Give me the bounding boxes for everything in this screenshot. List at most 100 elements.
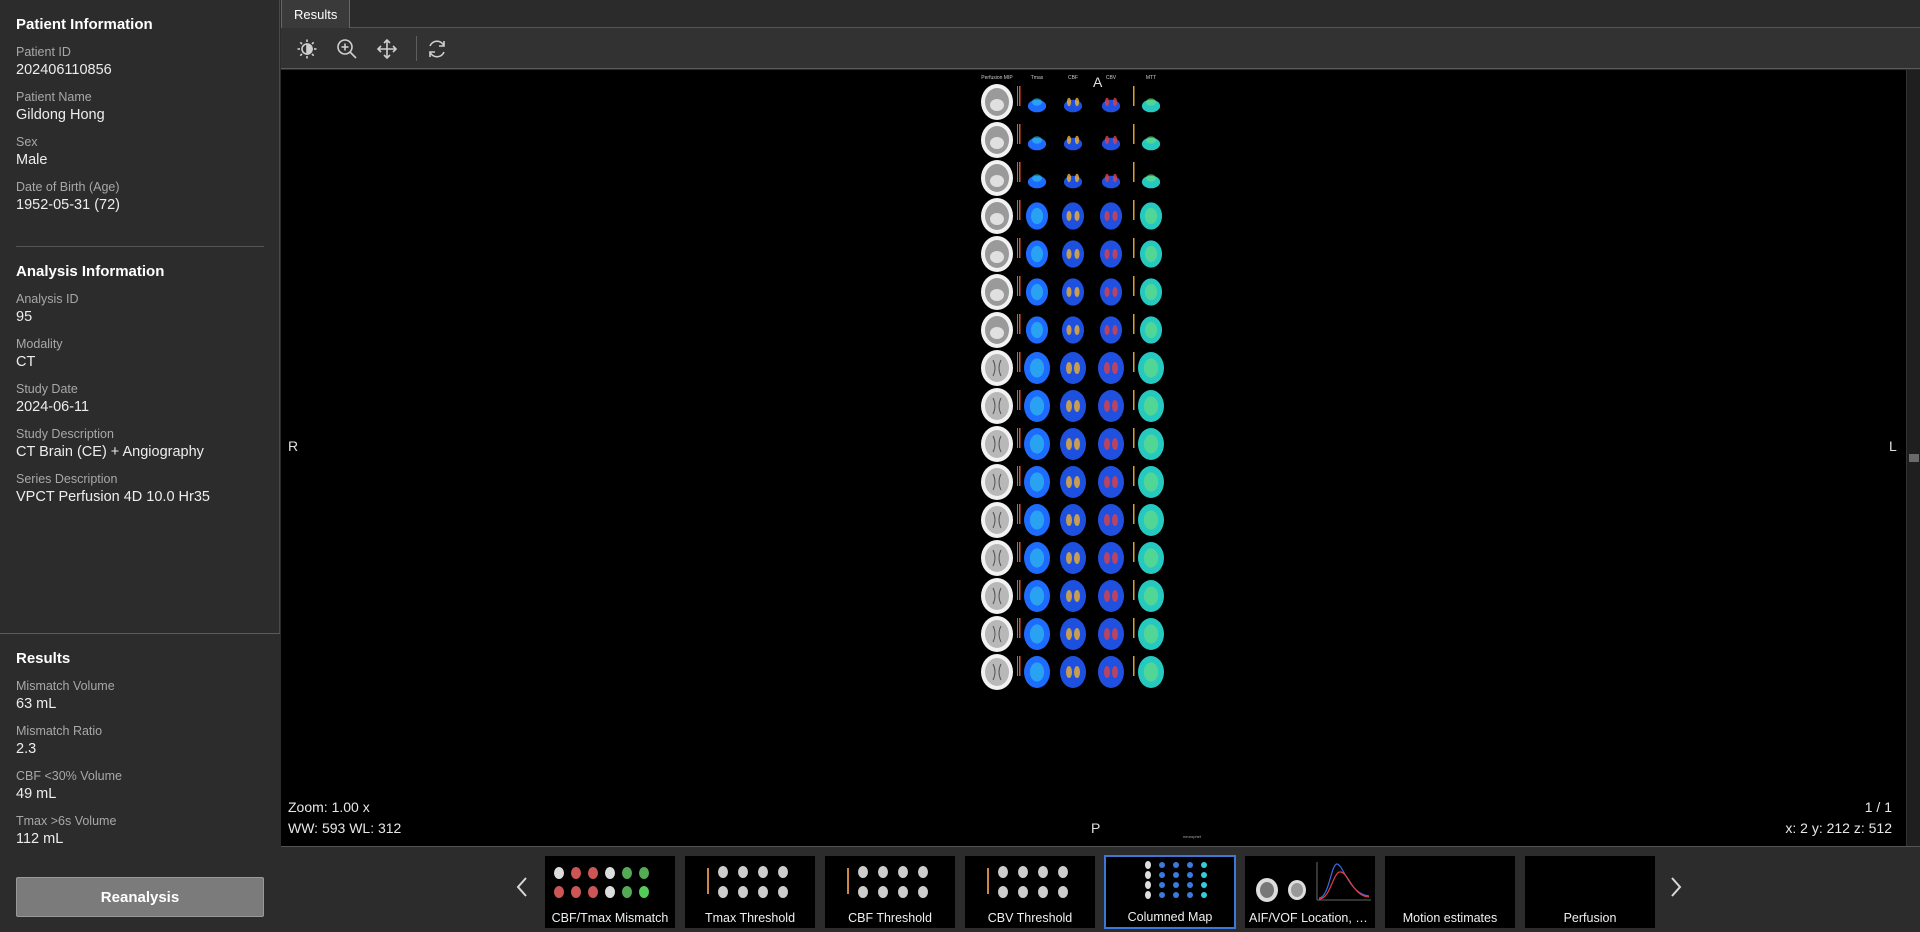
orientation-right: L	[1889, 438, 1897, 454]
colorbar	[1017, 352, 1018, 372]
results-panel: Results Mismatch Volume 63 mL Mismatch R…	[0, 633, 280, 932]
slice-perfusion-map	[1098, 656, 1124, 688]
slice-perfusion-map	[1098, 352, 1124, 384]
slice-perfusion-map	[1099, 278, 1123, 306]
left-info-panel: Patient Information Patient ID 202406110…	[0, 0, 280, 932]
slice-perfusion-map	[1138, 580, 1164, 612]
colorbar	[1019, 618, 1021, 638]
montage-column-header: CBV	[1106, 75, 1117, 81]
thumbnail-motion-estimates[interactable]: Motion estimates	[1384, 855, 1516, 929]
slice-perfusion-map	[1025, 240, 1049, 268]
colorbar	[1017, 86, 1018, 106]
pan-tool-button[interactable]	[372, 34, 402, 64]
colorbar	[1019, 200, 1021, 220]
prev-thumbnail-button[interactable]	[510, 869, 534, 905]
colorbar	[1017, 542, 1018, 562]
colorbar	[1017, 200, 1018, 220]
thumbnail-cbv-threshold[interactable]: CBV Threshold	[964, 855, 1096, 929]
slice-ct	[981, 578, 1013, 614]
slice-perfusion-map	[1061, 202, 1085, 230]
thumbnail-label: Motion estimates	[1402, 911, 1498, 925]
slice-ct	[981, 350, 1013, 386]
montage-column-header: CBF	[1068, 75, 1078, 81]
analysis-field-id: Analysis ID 95	[16, 292, 264, 325]
zoom-readout: Zoom: 1.00 x	[288, 799, 370, 815]
coordinate-readout: x: 2 y: 212 z: 512	[1785, 820, 1892, 836]
colorbar	[1133, 580, 1135, 600]
slice-perfusion-map	[1139, 240, 1163, 268]
thumbnail-columned-map[interactable]: Columned Map	[1104, 855, 1236, 929]
slice-perfusion-map	[1099, 202, 1123, 230]
thumbnail-tmax-threshold[interactable]: Tmax Threshold	[684, 855, 816, 929]
colorbar	[1017, 162, 1018, 182]
slice-perfusion-map	[1098, 466, 1124, 498]
page-indicator: 1 / 1	[1864, 799, 1892, 815]
field-label: Patient ID	[16, 45, 71, 59]
reset-tool-button[interactable]	[422, 34, 452, 64]
field-label: Series Description	[16, 472, 118, 486]
orientation-bottom: P	[1091, 820, 1101, 836]
colorbar	[1019, 504, 1021, 524]
tab-results[interactable]: Results	[281, 0, 351, 28]
thumbnail-label: Perfusion	[1563, 911, 1617, 925]
slice-perfusion-map	[1024, 580, 1050, 612]
colorbar	[1017, 656, 1018, 676]
slice-perfusion-map	[1138, 656, 1164, 688]
brightness-tool-button[interactable]	[292, 34, 322, 64]
colorbar	[1019, 314, 1021, 334]
slice-perfusion-map	[1025, 278, 1049, 306]
thumbnail-cbf-tmax-mismatch[interactable]: CBF/Tmax Mismatch	[544, 855, 676, 929]
slice-perfusion-map	[1025, 316, 1049, 344]
viewer-scrollbar[interactable]	[1906, 70, 1920, 846]
slice-ct	[981, 502, 1013, 538]
field-value: 2.3	[16, 741, 37, 757]
colorbar	[1017, 314, 1018, 334]
field-value: 2024-06-11	[16, 399, 90, 415]
patient-field-name: Patient Name Gildong Hong	[16, 90, 264, 123]
slice-perfusion-map	[1138, 504, 1164, 536]
reanalysis-button[interactable]: Reanalysis	[16, 877, 264, 917]
slice-perfusion-map	[1060, 466, 1086, 498]
slice-perfusion-map	[1060, 390, 1086, 422]
slice-perfusion-map	[1027, 136, 1047, 151]
slice-perfusion-map	[1141, 136, 1161, 151]
slice-perfusion-map	[1060, 352, 1086, 384]
slice-ct	[981, 426, 1013, 462]
slice-perfusion-map	[1060, 428, 1086, 460]
thumbnail-cbf-threshold[interactable]: CBF Threshold	[824, 855, 956, 929]
colorbar	[1133, 504, 1135, 524]
colorbar	[1017, 124, 1018, 144]
montage-column-header: Perfusion MIP	[981, 75, 1013, 81]
field-value: 202406110856	[16, 62, 112, 78]
slice-ct	[981, 160, 1013, 196]
slice-perfusion-map	[1063, 173, 1083, 189]
thumbnail-perfusion[interactable]: Perfusion	[1524, 855, 1656, 929]
colorbar	[1133, 86, 1135, 106]
scrollbar-thumb[interactable]	[1909, 454, 1919, 462]
montage-image: Perfusion MIP Tmax CBF CBV MTT neurophet	[981, 75, 1202, 839]
zoom-tool-button[interactable]	[332, 34, 362, 64]
field-value: VPCT Perfusion 4D 10.0 Hr35	[16, 489, 210, 505]
slice-ct	[981, 388, 1013, 424]
field-label: Modality	[16, 337, 63, 351]
slice-perfusion-map	[1061, 316, 1085, 344]
field-value: 1952-05-31 (72)	[16, 197, 120, 213]
slice-perfusion-map	[1099, 240, 1123, 268]
colorbar	[1019, 352, 1021, 372]
slice-perfusion-map	[1024, 618, 1050, 650]
colorbar	[1133, 162, 1135, 182]
thumbnail-strip: CBF/Tmax Mismatch Tmax Threshold CBF Thr…	[281, 846, 1920, 932]
image-viewer[interactable]: Perfusion MIP Tmax CBF CBV MTT neurophet A P …	[281, 70, 1906, 846]
colorbar	[1017, 504, 1018, 524]
slice-ct	[981, 274, 1013, 310]
colorbar	[1019, 580, 1021, 600]
slice-perfusion-map	[1101, 97, 1121, 113]
slice-perfusion-map	[1060, 656, 1086, 688]
slice-perfusion-map	[1138, 618, 1164, 650]
slice-perfusion-map	[1101, 173, 1121, 189]
next-thumbnail-button[interactable]	[1664, 869, 1688, 905]
thumbnail-aif-vof-location[interactable]: AIF/VOF Location, C…	[1244, 855, 1376, 929]
slice-perfusion-map	[1098, 428, 1124, 460]
field-label: Study Description	[16, 427, 114, 441]
columned-map-montage: Perfusion MIP Tmax CBF CBV MTT neurophet	[981, 70, 1241, 846]
